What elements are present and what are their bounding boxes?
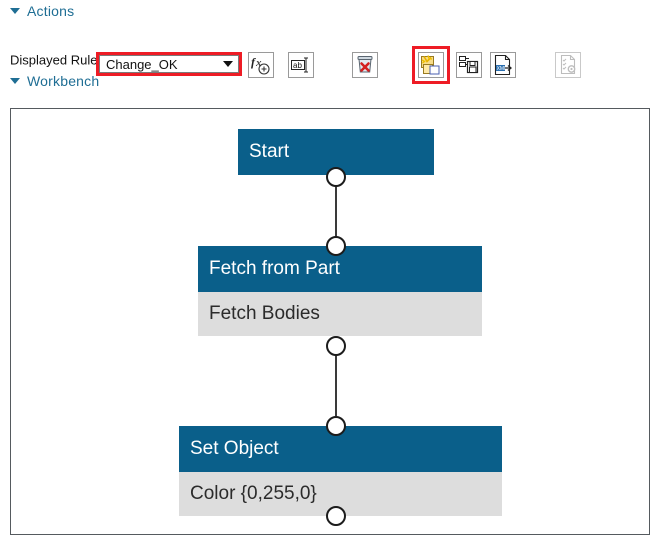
save-floppy-icon <box>458 54 480 76</box>
new-action-button[interactable] <box>418 52 444 78</box>
delete-button[interactable] <box>352 52 378 78</box>
actions-section-header[interactable]: Actions <box>0 0 660 22</box>
fx-plus-icon: f x <box>250 54 272 76</box>
triangle-down-icon[interactable] <box>10 78 20 84</box>
displayed-rule-highlight: Change_OK <box>96 52 242 76</box>
svg-text:x: x <box>255 57 262 69</box>
fetch-output-port[interactable] <box>326 336 346 356</box>
node-fetch-subtitle: Fetch Bodies <box>198 292 482 336</box>
displayed-rule-value: Change_OK <box>100 57 218 72</box>
setobj-output-port[interactable] <box>326 506 346 526</box>
trash-red-x-icon <box>354 54 376 76</box>
ab-dimension-icon: ab <box>290 54 312 76</box>
displayed-rule-label: Displayed Rule <box>10 53 97 68</box>
checklist-gear-icon <box>557 54 579 76</box>
setobj-input-port[interactable] <box>326 416 346 436</box>
start-output-port[interactable] <box>326 167 346 187</box>
node-set-object[interactable]: Set Object Color {0,255,0} <box>179 426 502 516</box>
save-button[interactable] <box>456 52 482 78</box>
svg-text:ab: ab <box>293 61 302 70</box>
triangle-down-icon[interactable] <box>10 8 20 14</box>
actions-section-title: Actions <box>27 3 74 19</box>
actions-toolbar: Displayed Rule Change_OK f x ab <box>0 22 660 68</box>
add-parameter-button[interactable]: ab <box>288 52 314 78</box>
fetch-input-port[interactable] <box>326 236 346 256</box>
workbench-section-title: Workbench <box>27 73 99 89</box>
node-fetch-from-part[interactable]: Fetch from Part Fetch Bodies <box>198 246 482 336</box>
svg-text:XML: XML <box>497 66 508 72</box>
new-sparkle-pages-icon <box>420 54 442 76</box>
workbench-canvas[interactable]: Start Fetch from Part Fetch Bodies Set O… <box>10 108 650 535</box>
displayed-rule-select[interactable]: Change_OK <box>99 55 239 73</box>
export-xml-button[interactable]: XML <box>490 52 516 78</box>
connector-fetch-to-setobj <box>335 346 337 416</box>
chevron-down-icon[interactable] <box>218 61 238 67</box>
xml-export-icon: XML <box>492 54 514 76</box>
settings-button <box>555 52 581 78</box>
add-formula-button[interactable]: f x <box>248 52 274 78</box>
